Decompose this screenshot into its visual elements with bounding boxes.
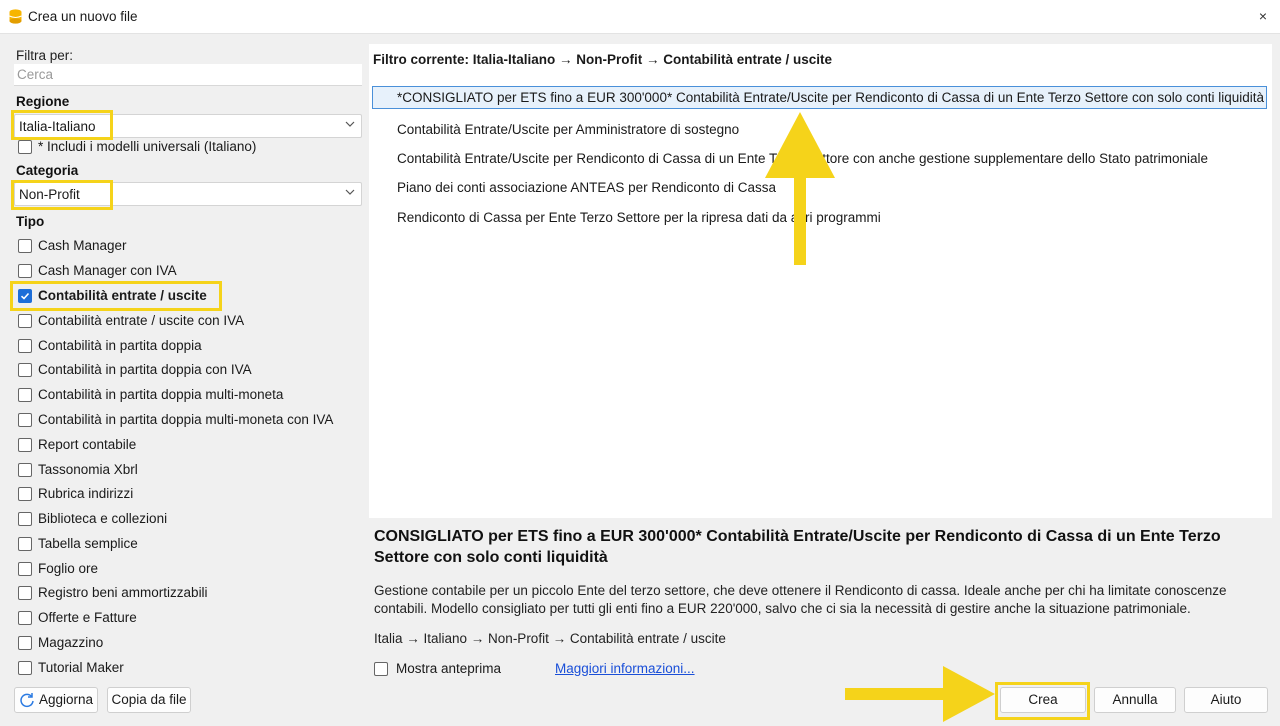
type-checkbox[interactable] [18,339,32,353]
type-checkbox[interactable] [18,264,32,278]
include-universal-checkbox[interactable] [18,140,32,154]
search-input[interactable] [14,64,362,86]
type-checkbox[interactable] [18,562,32,576]
type-checkbox[interactable] [18,388,32,402]
type-checkbox[interactable] [18,413,32,427]
more-info-link[interactable]: Maggiori informazioni... [555,661,695,676]
type-item-label: Tassonomia Xbrl [38,462,138,477]
type-item-label: Contabilità in partita doppia multi-mone… [38,387,284,402]
type-item-label: Cash Manager con IVA [38,263,177,278]
type-item-label: Contabilità in partita doppia con IVA [38,362,252,377]
type-checkbox[interactable] [18,363,32,377]
category-select[interactable]: Non-Profit [14,182,362,206]
region-value: Italia-Italiano [19,119,96,134]
type-item-label: Tutorial Maker [38,660,124,675]
template-item[interactable]: Piano dei conti associazione ANTEAS per … [397,180,776,200]
copy-from-file-button[interactable]: Copia da file [107,687,191,713]
template-item[interactable]: Contabilità Entrate/Uscite per Amministr… [397,122,739,142]
type-item-label: Offerte e Fatture [38,610,137,625]
type-checkbox[interactable] [18,487,32,501]
chevron-down-icon [345,189,355,195]
type-checkbox-checked[interactable] [18,289,32,303]
type-checkbox[interactable] [18,586,32,600]
type-item-label: Contabilità entrate / uscite con IVA [38,313,245,328]
region-label: Regione [16,94,70,109]
type-checkbox[interactable] [18,239,32,253]
type-checkbox[interactable] [18,611,32,625]
type-checkbox[interactable] [18,661,32,675]
type-checkbox[interactable] [18,438,32,452]
window-title: Crea un nuovo file [28,9,138,24]
type-item-label: Rubrica indirizzi [38,486,134,501]
type-checkbox[interactable] [18,314,32,328]
up-arrow-icon [765,112,835,265]
description-path: Italia → Italiano → Non-Profit → Contabi… [374,631,726,646]
right-arrow-icon [845,666,995,722]
type-checkbox[interactable] [18,636,32,650]
chevron-down-icon [345,121,355,127]
type-checkbox[interactable] [18,463,32,477]
type-item-label: Magazzino [38,635,104,650]
preview-checkbox[interactable] [374,662,388,676]
type-checkbox[interactable] [18,512,32,526]
template-item-selected[interactable]: *CONSIGLIATO per ETS fino a EUR 300'000*… [372,86,1267,109]
include-universal-label: * Includi i modelli universali (Italiano… [38,139,257,154]
category-value: Non-Profit [19,187,80,202]
type-item-label: Report contabile [38,437,137,452]
preview-label: Mostra anteprima [396,661,502,676]
refresh-button[interactable]: Aggiorna [14,687,98,713]
preview-checkbox-row[interactable]: Mostra anteprima [374,661,514,679]
description-body: Gestione contabile per un piccolo Ente d… [374,583,1227,616]
create-button[interactable]: Crea [1000,687,1086,713]
type-item-label: Foglio ore [38,561,99,576]
cancel-button[interactable]: Annulla [1094,687,1176,713]
refresh-icon [20,693,34,708]
filter-panel: Filtra per: Regione Italia-Italiano * In… [0,34,366,726]
type-item-label: Biblioteca e collezioni [38,511,168,526]
title-bar: Crea un nuovo file × [0,0,1280,34]
region-select[interactable]: Italia-Italiano [14,114,362,138]
close-icon[interactable]: × [1256,8,1270,24]
type-label: Tipo [16,214,45,229]
type-item-label: Cash Manager [38,238,127,253]
checkmark-icon [20,292,30,300]
type-item-label: Contabilità in partita doppia [38,338,202,353]
type-checkbox[interactable] [18,537,32,551]
type-item-label: Contabilità entrate / uscite [38,288,207,303]
type-item-label: Tabella semplice [38,536,138,551]
description-title: CONSIGLIATO per ETS fino a EUR 300'000* … [374,528,1221,566]
filter-label: Filtra per: [16,48,74,63]
type-item-label: Contabilità in partita doppia multi-mone… [38,412,334,427]
help-button[interactable]: Aiuto [1184,687,1268,713]
category-label: Categoria [16,163,79,178]
type-item-label: Registro beni ammortizzabili [38,585,208,600]
current-filter: Filtro corrente: Italia-Italiano → Non-P… [373,52,833,67]
app-icon [9,9,22,24]
refresh-label: Aggiorna [39,692,94,707]
